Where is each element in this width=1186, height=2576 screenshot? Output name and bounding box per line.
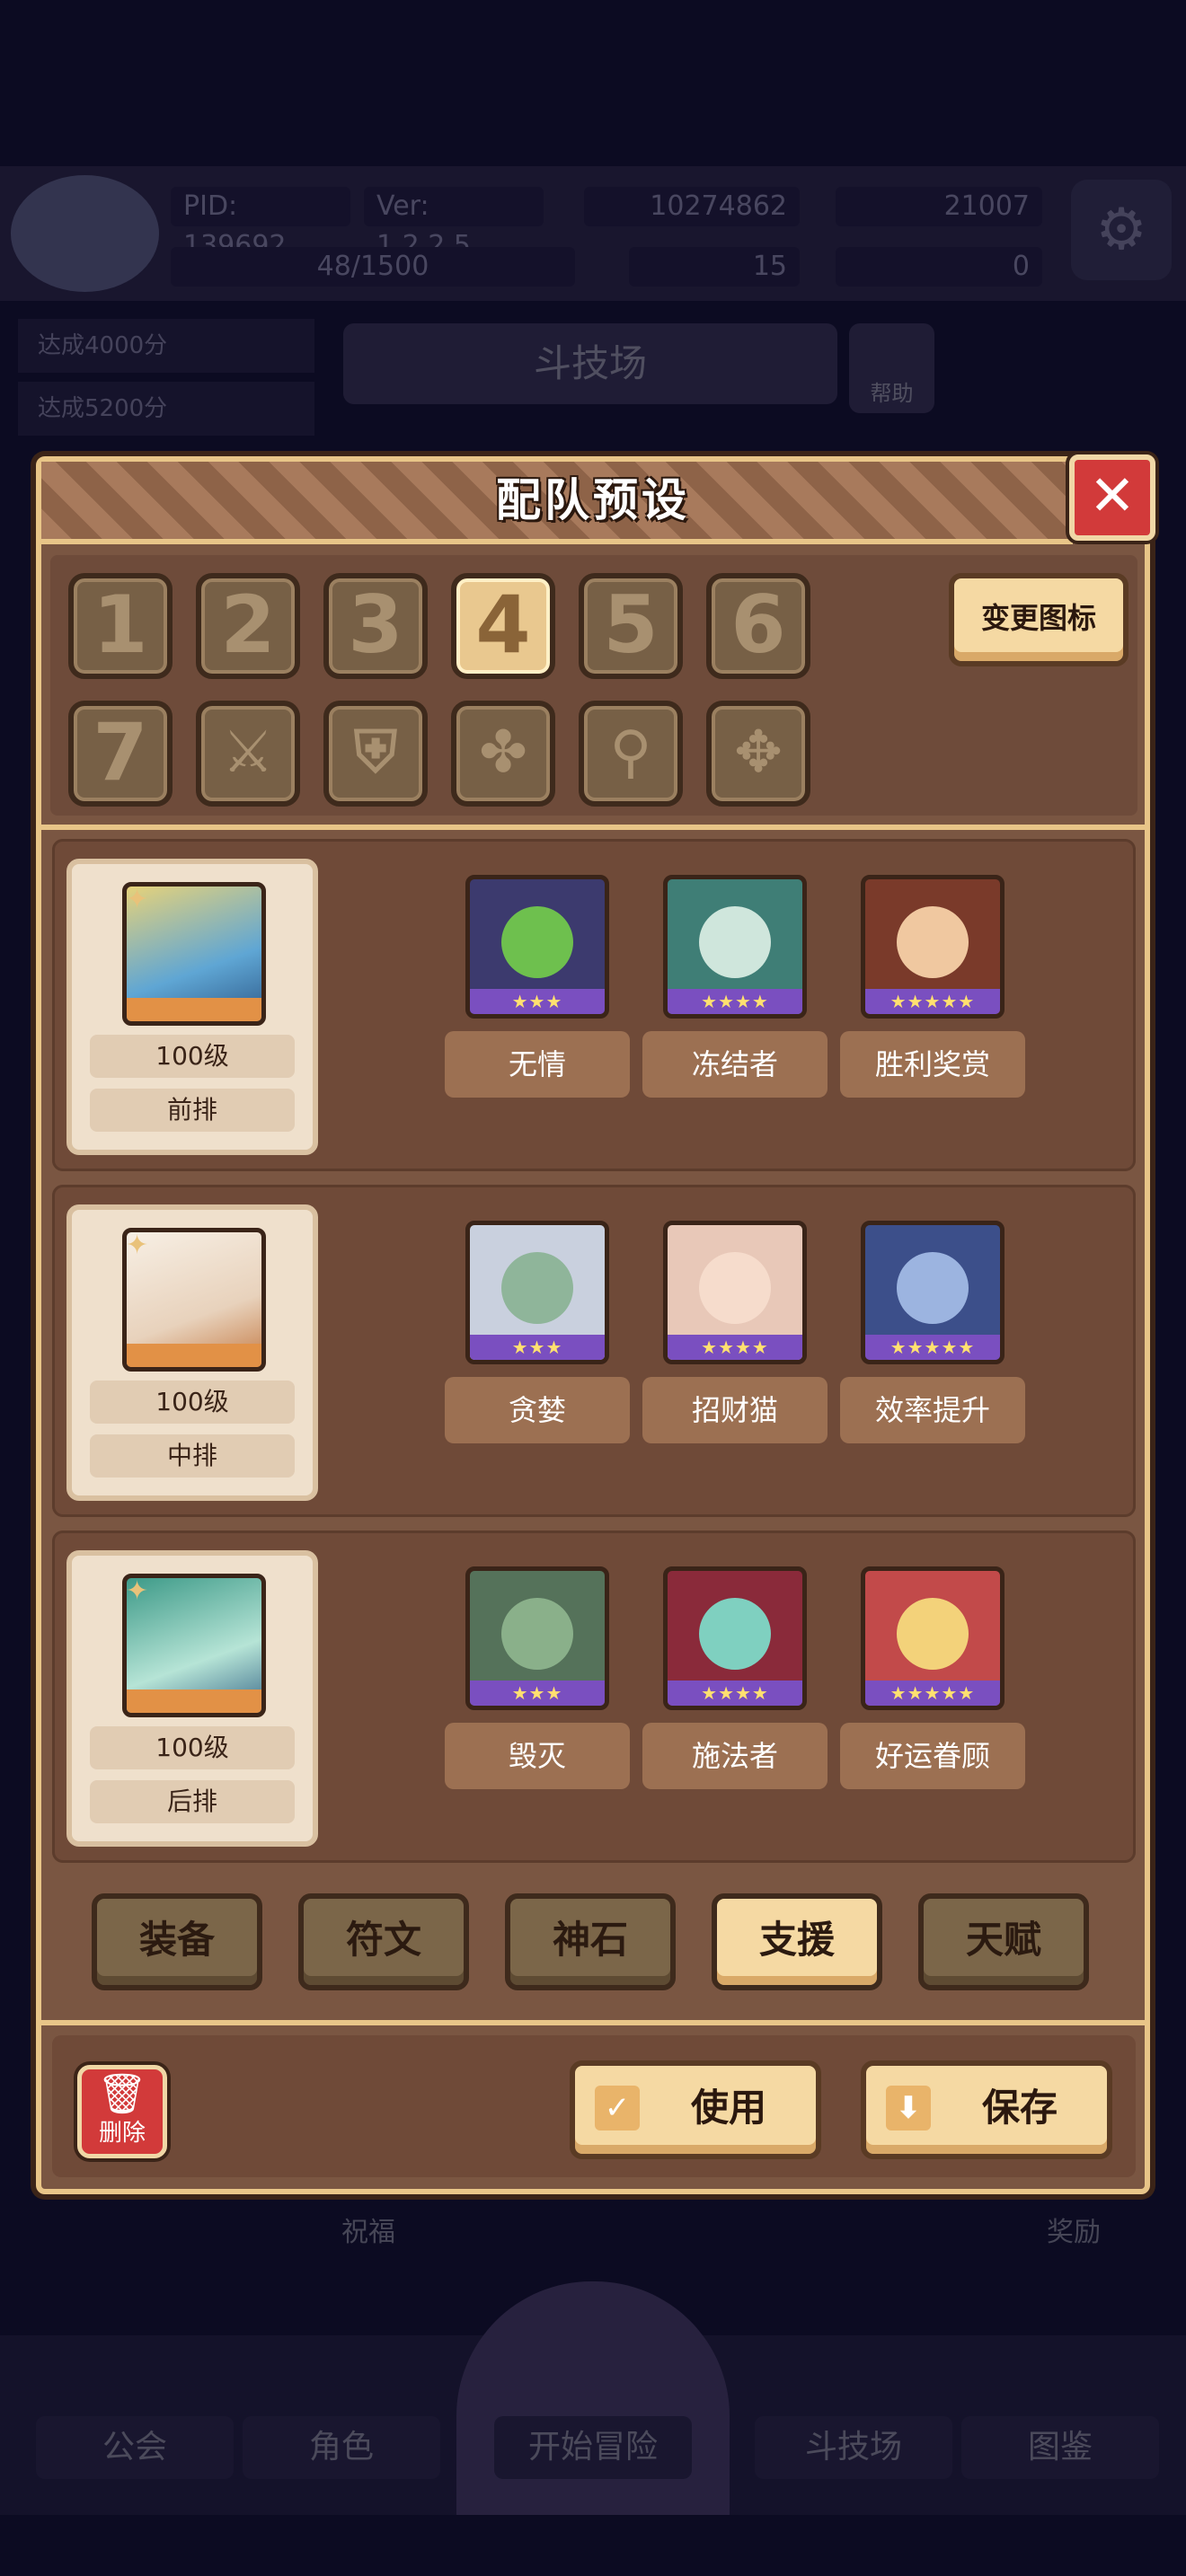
skill-icon[interactable]: ★★★★★ [861,1566,1005,1710]
nav-start-adventure[interactable]: 开始冒险 [494,2416,692,2479]
compass-icon[interactable]: ✥ [706,701,810,807]
skill-icon[interactable]: ★★★ [465,1221,609,1364]
hero-badge-icon: ✦ [126,1230,149,1261]
close-icon: ✕ [1089,463,1136,528]
delete-button[interactable]: 🗑 删除 [77,2065,167,2158]
skill-stars: ★★★★★ [865,1335,1000,1360]
preset-slot-7-icon[interactable]: 7 [68,701,173,807]
skill-icon[interactable]: ★★★★ [663,875,807,1019]
use-button[interactable]: ✓ 使用 [570,2060,821,2159]
tab-godstone[interactable]: 神石 [505,1893,676,1990]
check-icon: ✓ [595,2086,640,2130]
skill-stars: ★★★★ [668,989,802,1014]
tab-equipment[interactable]: 装备 [92,1893,262,1990]
skill-name: 无情 [445,1031,630,1098]
nav-guild[interactable]: 公会 [36,2416,234,2479]
skill-name: 胜利奖赏 [840,1031,1025,1098]
skill-stars: ★★★ [470,1335,605,1360]
save-icon: ⬇ [886,2086,931,2130]
hero-card[interactable]: ✦ 100级 前排 [66,859,318,1155]
dialog-title: 配队预设 [496,474,690,526]
preset-slot-6[interactable]: 6 [706,573,810,679]
hero-card[interactable]: ✦ 100级 后排 [66,1550,318,1847]
skill-name: 贪婪 [445,1377,630,1443]
preset-slot-1[interactable]: 1 [68,573,173,679]
help-button[interactable]: 帮助 [849,323,934,413]
skill-stars: ★★★★ [668,1335,802,1360]
skill-stars: ★★★★★ [865,1681,1000,1706]
player-avatar [11,175,159,292]
key-count: 0 [836,247,1042,287]
nav-arena[interactable]: 斗技场 [755,2416,952,2479]
bless-button[interactable]: 祝福 [305,2210,431,2272]
team-row-front: ✦ 100级 前排 ★★★ ★★★★ ★★★★★ 无情 冻结者 胜利奖赏 [52,839,1136,1171]
team-preset-dialog: 配队预设 ✕ 1 2 3 4 5 6 7 ⚔ ⛨ ✤ ⚲ ✥ 变更图标 ✦ 10… [36,454,1155,2194]
skill-stars: ★★★ [470,989,605,1014]
skill-icon[interactable]: ★★★ [465,1566,609,1710]
use-label: 使用 [690,2086,766,2130]
skill-stars: ★★★ [470,1681,605,1706]
change-icon-button[interactable]: 变更图标 [949,573,1128,666]
gold-count: 10274862 [584,187,800,226]
skill-name: 冻结者 [642,1031,828,1098]
preset-slot-2[interactable]: 2 [196,573,300,679]
team-row-back: ✦ 100级 后排 ★★★ ★★★★ ★★★★★ 毁灭 施法者 好运眷顾 [52,1531,1136,1863]
skill-icon[interactable]: ★★★★★ [861,1221,1005,1364]
skill-icon[interactable]: ★★★★ [663,1221,807,1364]
hero-badge-icon: ✦ [126,884,149,915]
skill-stars: ★★★★★ [865,989,1000,1014]
trash-icon: 🗑 [97,2071,147,2117]
gem-count: 21007 [836,187,1042,226]
pid-label: PID: 139692 [171,187,350,261]
skill-icon[interactable]: ★★★ [465,875,609,1019]
skill-name: 招财猫 [642,1377,828,1443]
skill-name: 毁灭 [445,1723,630,1789]
progress-bar: 48/1500 [171,247,575,287]
hero-position: 后排 [90,1780,295,1823]
arena-title: 斗技场 [343,323,837,404]
hero-position: 中排 [90,1434,295,1478]
hero-position: 前排 [90,1089,295,1132]
wand-icon[interactable]: ⚲ [579,701,683,807]
reward-button[interactable]: 奖励 [1011,2210,1137,2272]
skill-icon[interactable]: ★★★★ [663,1566,807,1710]
skill-icon[interactable]: ★★★★★ [861,875,1005,1019]
nav-characters[interactable]: 角色 [243,2416,440,2479]
shield-icon[interactable]: ⛨ [323,701,428,807]
hero-badge-icon: ✦ [126,1575,149,1607]
delete-label: 删除 [98,2120,146,2147]
skill-name: 效率提升 [840,1377,1025,1443]
save-label: 保存 [981,2086,1058,2130]
side-goal-item: 达成5200分 [18,382,314,436]
preset-slot-5[interactable]: 5 [579,573,683,679]
divider [41,825,1145,830]
skill-name: 施法者 [642,1723,828,1789]
sword-icon[interactable]: ⚔ [196,701,300,807]
tab-runes[interactable]: 符文 [298,1893,469,1990]
nav-codex[interactable]: 图鉴 [961,2416,1159,2479]
hero-level: 100级 [90,1035,295,1078]
preset-slot-3[interactable]: 3 [323,573,428,679]
clover-icon[interactable]: ✤ [451,701,555,807]
version-label: Ver: 1.2.2.5 [364,187,544,261]
hero-level: 100级 [90,1726,295,1769]
save-button[interactable]: ⬇ 保存 [861,2060,1112,2159]
team-row-middle: ✦ 100级 中排 ★★★ ★★★★ ★★★★★ 贪婪 招财猫 效率提升 [52,1185,1136,1517]
divider [41,2020,1145,2025]
close-button[interactable]: ✕ [1069,454,1155,541]
preset-slot-4[interactable]: 4 [451,573,555,679]
side-goal-item: 达成4000分 [18,319,314,373]
clover-count: 15 [629,247,800,287]
preset-slots-panel: 1 2 3 4 5 6 7 ⚔ ⛨ ✤ ⚲ ✥ 变更图标 [50,555,1137,816]
skill-name: 好运眷顾 [840,1723,1025,1789]
start-adventure-dome [456,2281,730,2515]
hero-level: 100级 [90,1381,295,1424]
tab-support[interactable]: 支援 [712,1893,882,1990]
skill-stars: ★★★★ [668,1681,802,1706]
settings-gear-icon[interactable]: ⚙ [1071,180,1172,280]
tab-talent[interactable]: 天赋 [918,1893,1089,1990]
hero-card[interactable]: ✦ 100级 中排 [66,1204,318,1501]
